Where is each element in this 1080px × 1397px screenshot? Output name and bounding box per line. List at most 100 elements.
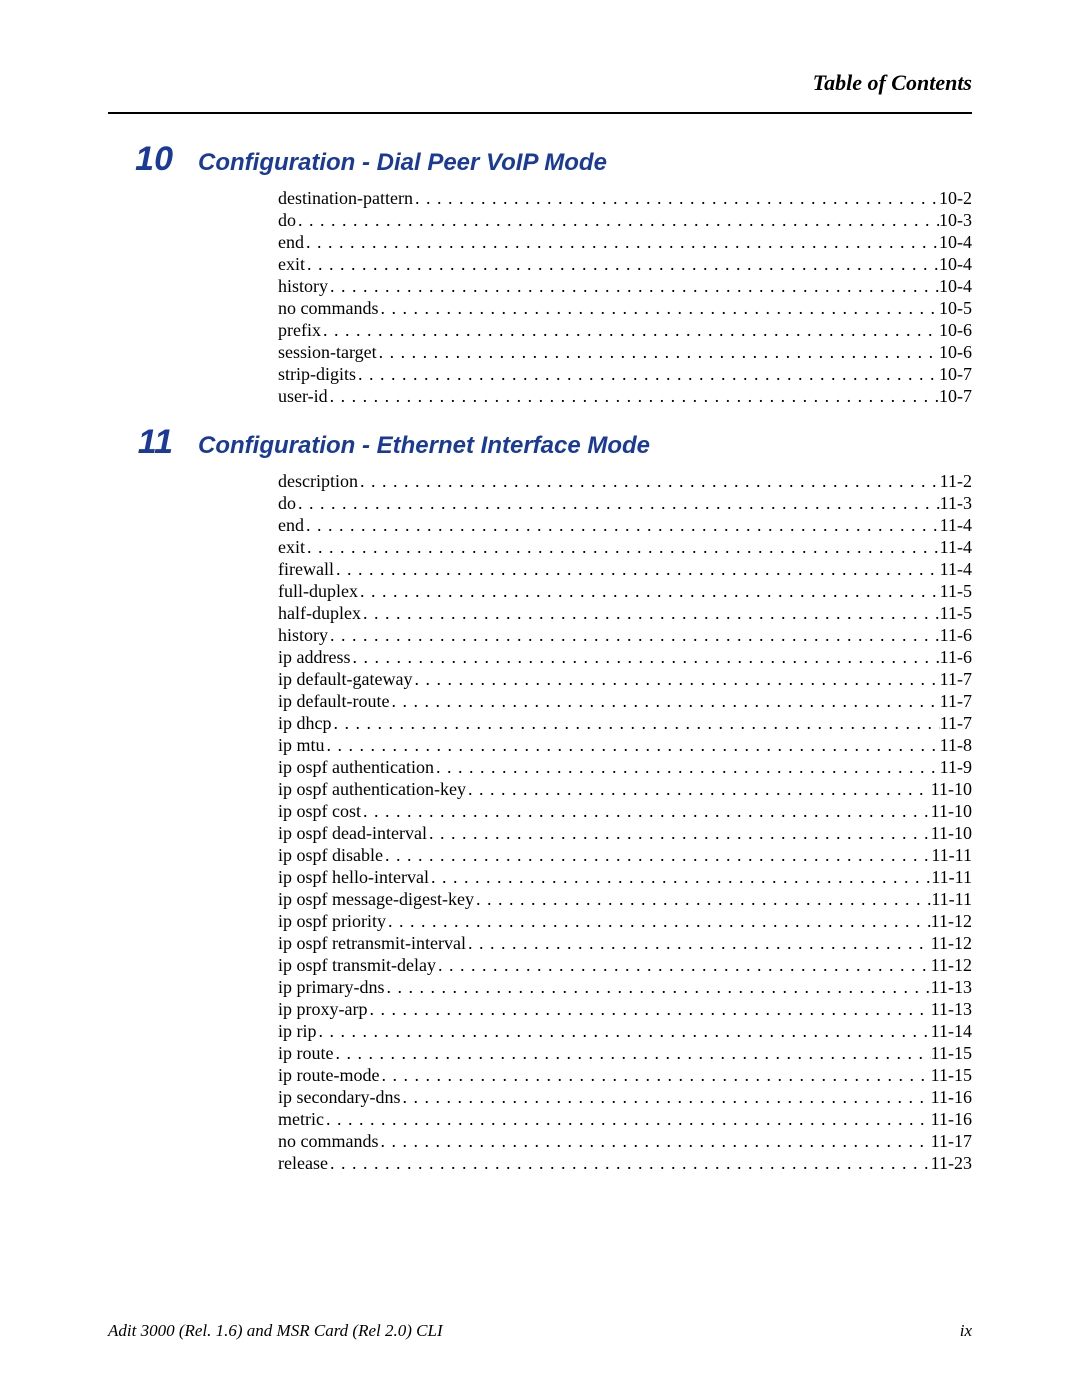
toc-page: 10-5 bbox=[939, 299, 972, 317]
toc-page: 11-9 bbox=[940, 758, 972, 776]
toc-leader bbox=[379, 299, 940, 317]
toc-entry: ip route11-15 bbox=[278, 1044, 972, 1062]
toc-page: 10-6 bbox=[939, 343, 972, 361]
toc-leader bbox=[466, 780, 931, 798]
toc-label: firewall bbox=[278, 560, 334, 578]
toc-entry: ip ospf cost11-10 bbox=[278, 802, 972, 820]
toc-page: 11-23 bbox=[931, 1154, 972, 1172]
footer-page-number: ix bbox=[960, 1321, 972, 1341]
toc-leader bbox=[377, 343, 939, 361]
chapter-title: Configuration - Dial Peer VoIP Mode bbox=[198, 149, 607, 177]
toc-label: exit bbox=[278, 255, 305, 273]
toc-page: 11-7 bbox=[940, 692, 972, 710]
toc-page: 11-12 bbox=[931, 912, 972, 930]
toc-entry: end10-4 bbox=[278, 233, 972, 251]
toc-page: 11-2 bbox=[940, 472, 972, 490]
toc-entry: half-duplex11-5 bbox=[278, 604, 972, 622]
toc-label: ip ospf cost bbox=[278, 802, 361, 820]
toc-leader bbox=[413, 189, 939, 207]
toc-leader bbox=[332, 714, 940, 732]
toc-leader bbox=[466, 934, 931, 952]
toc-label: ip ospf retransmit-interval bbox=[278, 934, 466, 952]
toc-page: 11-13 bbox=[931, 978, 972, 996]
toc-page: 11-4 bbox=[940, 560, 972, 578]
toc-label: ip address bbox=[278, 648, 350, 666]
chapter-entries: description11-2 do11-3 end11-4 exit11-4 … bbox=[278, 472, 972, 1172]
toc-page: 11-14 bbox=[931, 1022, 972, 1040]
toc-entry: history11-6 bbox=[278, 626, 972, 644]
toc-leader bbox=[379, 1066, 930, 1084]
toc-label: no commands bbox=[278, 299, 379, 317]
toc-label: strip-digits bbox=[278, 365, 356, 383]
toc-leader bbox=[325, 736, 940, 754]
footer-left: Adit 3000 (Rel. 1.6) and MSR Card (Rel 2… bbox=[108, 1321, 443, 1341]
toc-page: 10-7 bbox=[939, 365, 972, 383]
toc-entry: ip ospf disable11-11 bbox=[278, 846, 972, 864]
toc-label: ip ospf disable bbox=[278, 846, 383, 864]
toc-entry: ip ospf message-digest-key11-11 bbox=[278, 890, 972, 908]
toc-leader bbox=[304, 516, 940, 534]
toc-page: 11-10 bbox=[931, 824, 972, 842]
toc-page: 11-17 bbox=[931, 1132, 972, 1150]
toc-entry: ip dhcp11-7 bbox=[278, 714, 972, 732]
toc-label: do bbox=[278, 211, 296, 229]
toc-page: 11-7 bbox=[940, 670, 972, 688]
toc-entry: ip ospf priority 11-12 bbox=[278, 912, 972, 930]
toc-page: 11-5 bbox=[940, 604, 972, 622]
toc-entry: exit 10-4 bbox=[278, 255, 972, 273]
toc-entry: firewall 11-4 bbox=[278, 560, 972, 578]
toc-entry: strip-digits 10-7 bbox=[278, 365, 972, 383]
toc-label: ip ospf authentication bbox=[278, 758, 434, 776]
toc-page: 10-4 bbox=[939, 233, 972, 251]
toc-label: ip ospf message-digest-key bbox=[278, 890, 474, 908]
toc-entry: ip ospf transmit-delay 11-12 bbox=[278, 956, 972, 974]
toc-label: session-target bbox=[278, 343, 377, 361]
toc-page: 11-8 bbox=[940, 736, 972, 754]
toc-leader bbox=[436, 956, 931, 974]
toc-label: ip dhcp bbox=[278, 714, 332, 732]
toc-page: 11-12 bbox=[931, 956, 972, 974]
toc-leader bbox=[379, 1132, 931, 1150]
toc-label: destination-pattern bbox=[278, 189, 413, 207]
toc-leader bbox=[321, 321, 939, 339]
toc-label: ip ospf hello-interval bbox=[278, 868, 429, 886]
toc-label: user-id bbox=[278, 387, 328, 405]
toc-leader bbox=[296, 211, 939, 229]
toc-label: exit bbox=[278, 538, 305, 556]
toc-label: do bbox=[278, 494, 296, 512]
toc-entry: ip primary-dns 11-13 bbox=[278, 978, 972, 996]
toc-leader bbox=[358, 582, 940, 600]
toc-page: 11-10 bbox=[931, 780, 972, 798]
toc-leader bbox=[328, 277, 939, 295]
toc-leader bbox=[328, 387, 939, 405]
toc-page: 10-4 bbox=[939, 255, 972, 273]
toc-entry: do 11-3 bbox=[278, 494, 972, 512]
toc-label: ip proxy-arp bbox=[278, 1000, 367, 1018]
toc-page: 11-6 bbox=[940, 648, 972, 666]
toc-entry: description11-2 bbox=[278, 472, 972, 490]
toc-label: ip default-gateway bbox=[278, 670, 412, 688]
toc-page: 10-6 bbox=[939, 321, 972, 339]
toc-entry: no commands11-17 bbox=[278, 1132, 972, 1150]
toc-entry: do10-3 bbox=[278, 211, 972, 229]
toc-page: 11-4 bbox=[940, 516, 972, 534]
toc-label: metric bbox=[278, 1110, 324, 1128]
toc-page: 10-4 bbox=[939, 277, 972, 295]
toc-label: ip primary-dns bbox=[278, 978, 384, 996]
toc-entry: destination-pattern10-2 bbox=[278, 189, 972, 207]
toc-leader bbox=[386, 912, 931, 930]
toc-entry: history10-4 bbox=[278, 277, 972, 295]
toc-label: ip route bbox=[278, 1044, 334, 1062]
toc-leader bbox=[434, 758, 940, 776]
toc-leader bbox=[412, 670, 939, 688]
toc-leader bbox=[317, 1022, 931, 1040]
toc-page: 11-3 bbox=[940, 494, 972, 512]
toc-leader bbox=[361, 604, 940, 622]
toc-page: 11-11 bbox=[931, 868, 972, 886]
toc-label: ip ospf priority bbox=[278, 912, 386, 930]
chapter-heading: 10 Configuration - Dial Peer VoIP Mode bbox=[108, 140, 972, 179]
toc-leader bbox=[304, 233, 939, 251]
toc-entry: ip secondary-dns11-16 bbox=[278, 1088, 972, 1106]
toc-label: ip ospf transmit-delay bbox=[278, 956, 436, 974]
toc-entry: end11-4 bbox=[278, 516, 972, 534]
